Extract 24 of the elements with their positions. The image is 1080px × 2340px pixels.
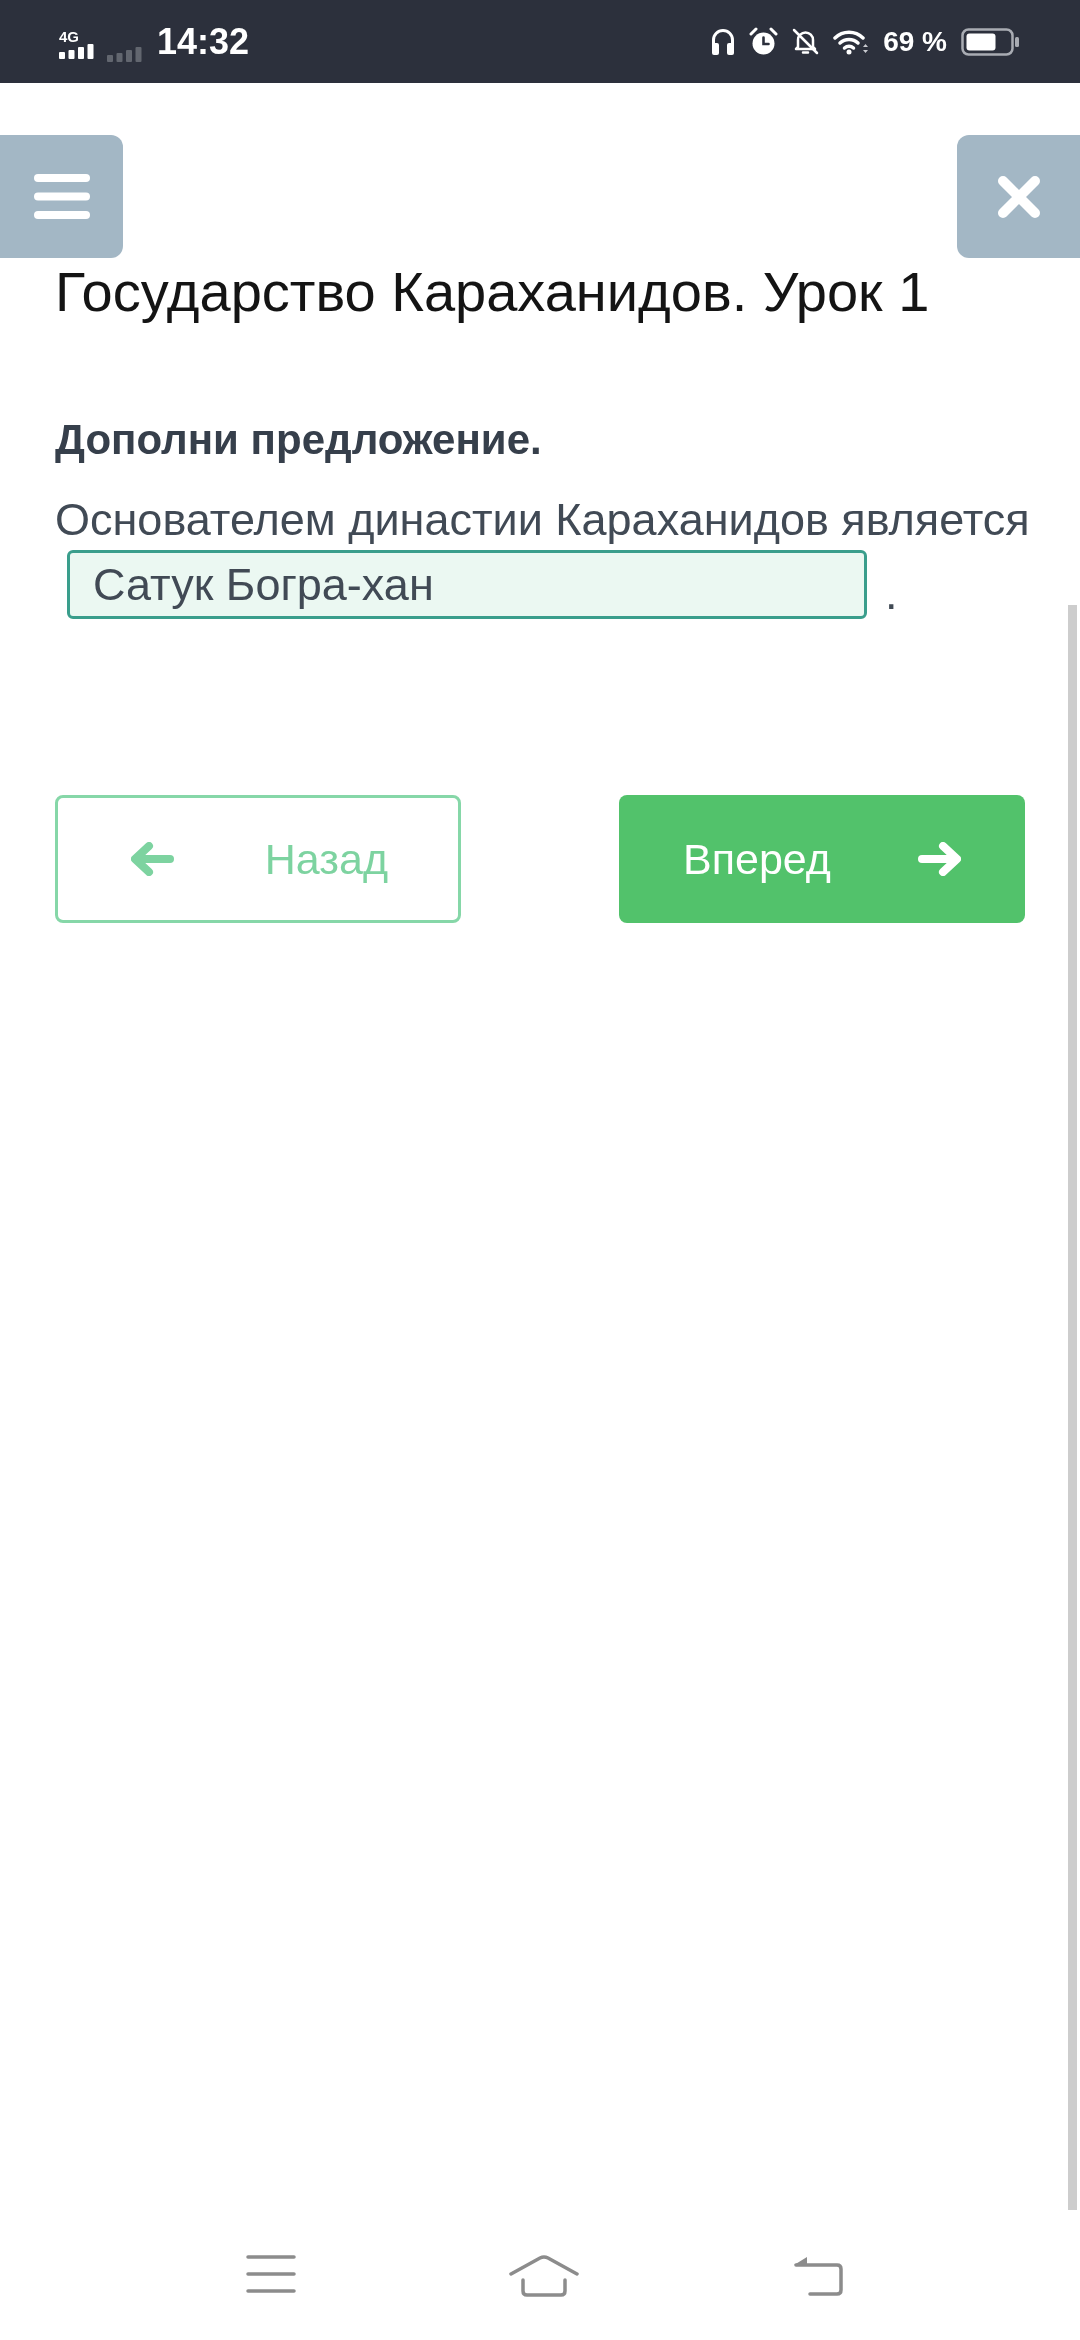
task-instruction: Дополни предложение. [55,415,543,465]
task-sentence: Основателем династии Караханидов является [55,493,1031,547]
home-icon[interactable] [509,2255,579,2297]
wifi-icon [833,28,870,55]
alarm-clock-icon [749,27,779,56]
signal-icon [107,47,142,62]
back-button[interactable]: Назад [55,795,461,923]
battery-icon [961,27,1019,56]
network-type-label: 4G [59,29,79,43]
bell-off-icon [792,28,820,55]
status-time: 14:32 [157,21,250,62]
close-icon [996,174,1041,219]
lesson-title: Государство Караханидов. Урок 1 [55,259,931,325]
forward-button[interactable]: Вперед [619,795,1025,923]
recent-apps-icon[interactable] [246,2255,296,2293]
back-icon[interactable] [792,2255,843,2297]
signal-icon [59,43,94,59]
menu-icon [33,174,90,219]
answer-field[interactable]: Сатук Богра-хан [67,550,867,619]
battery-percentage: 69 % [883,25,947,58]
headphones-icon [711,27,736,56]
menu-button[interactable] [0,135,123,258]
close-button[interactable] [957,135,1080,258]
sentence-period: . [885,569,898,619]
